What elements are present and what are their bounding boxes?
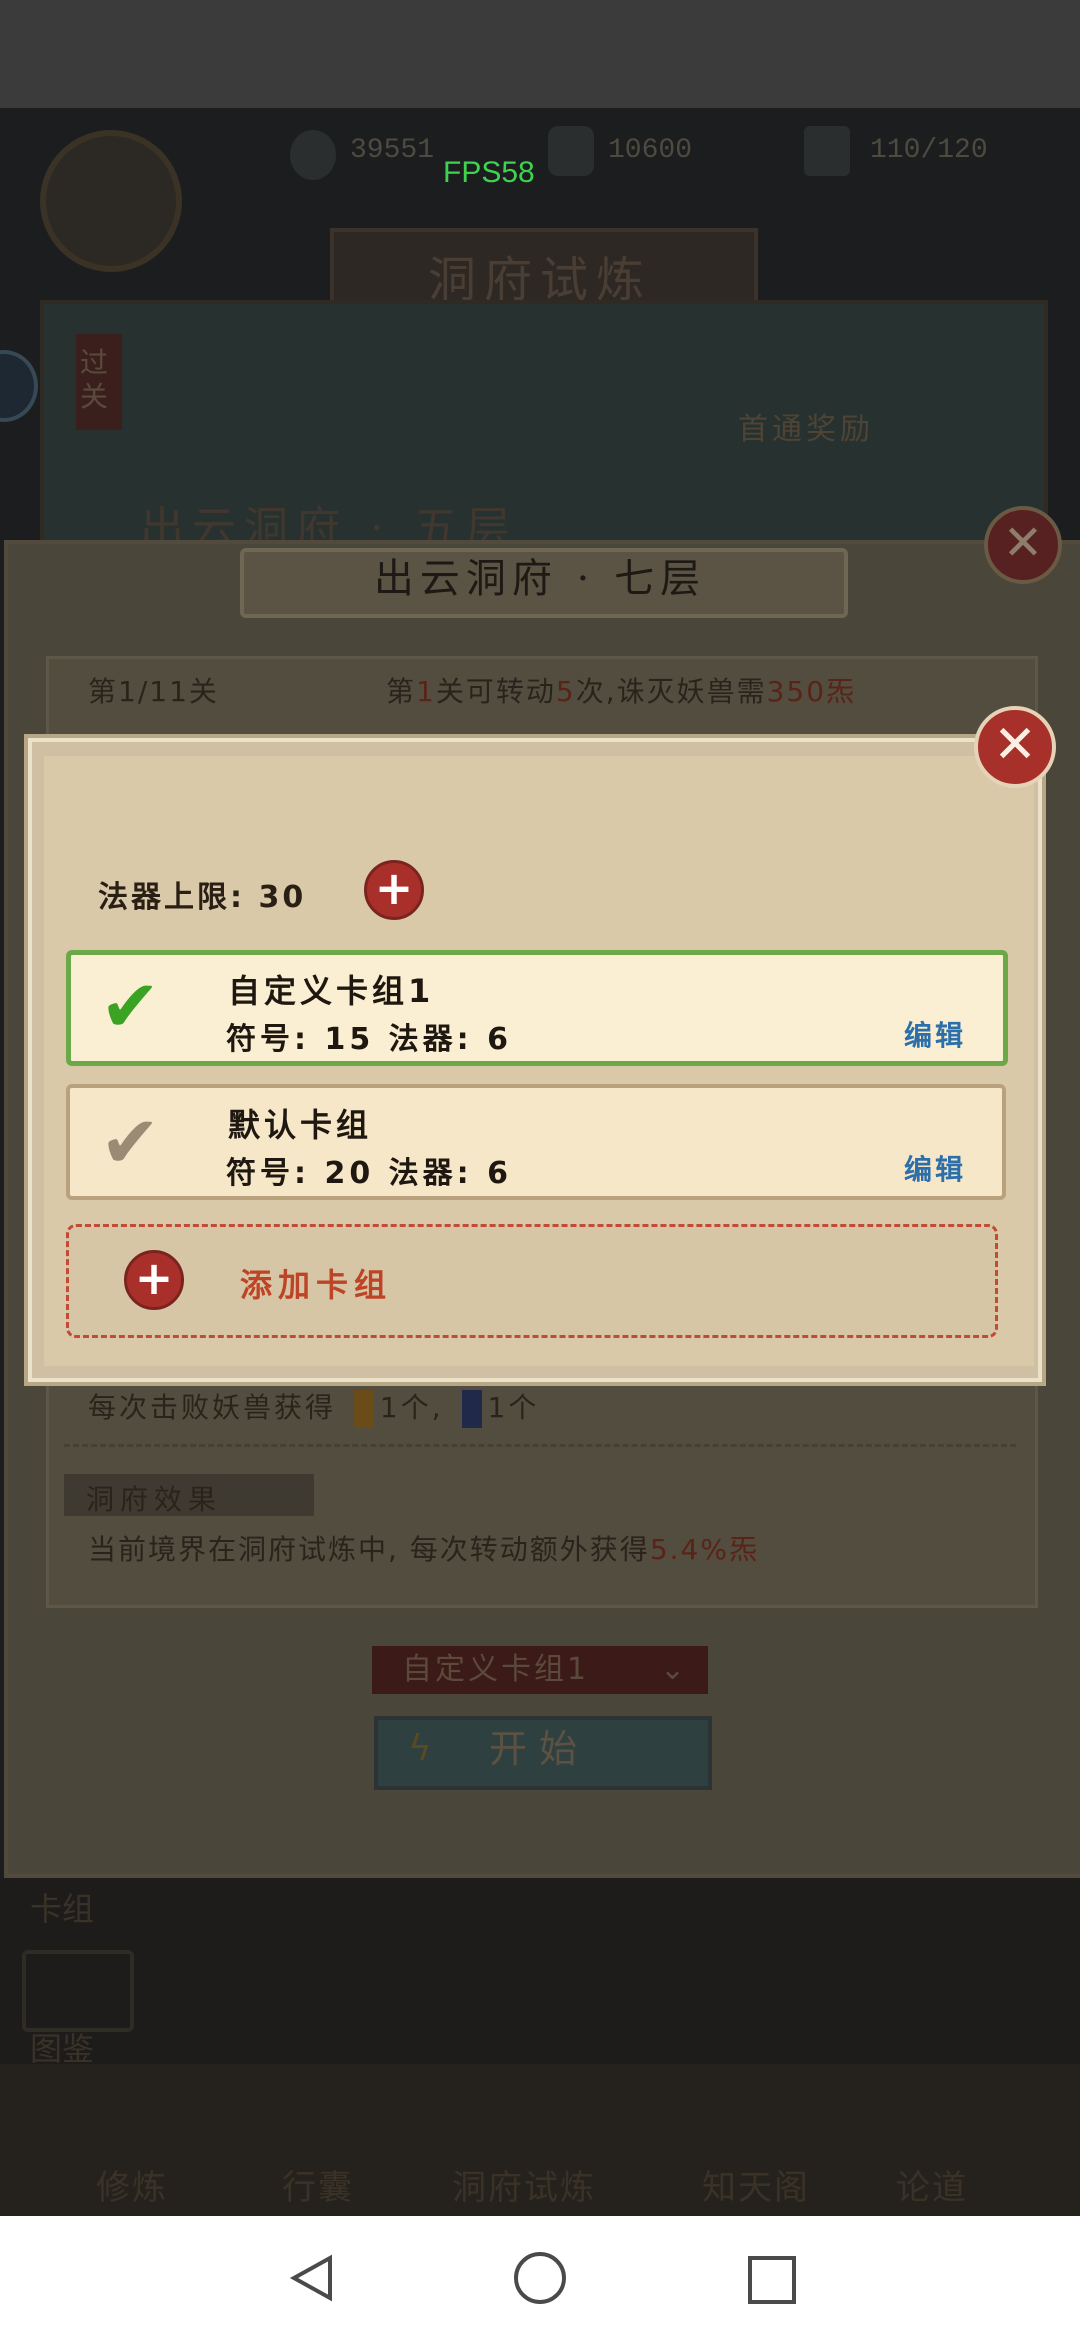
equipment-limit-label: 法器上限: 30 [98,880,307,915]
talisman-orange-icon [353,1390,374,1428]
trial-dialog-title: 出云洞府 · 七层 [373,556,707,602]
effect-label: 洞府效果 [86,1483,223,1516]
lightning-icon [804,126,850,176]
level-counter: 第1/11关 [88,675,219,708]
equipment-limit-value: 30 [258,880,307,915]
spirit-stone-icon [290,130,336,180]
check-icon: ✔ [100,964,161,1048]
screen: { "hud": { "fps": "FPS58", "spirit_stone… [0,0,1080,2340]
selected-deck-name: 自定义卡组1 [402,1652,590,1687]
plus-icon: + [124,1250,184,1310]
tab-heaven-pavilion[interactable]: 知天阁 [702,2160,810,2209]
deck-stats: 符号: 15 法器: 6 [226,1022,512,1057]
spirit-stone-count: 39551 [350,135,435,166]
side-item-deck[interactable]: 卡组 [30,1884,94,1930]
increase-limit-button[interactable]: + [364,860,424,920]
book-icon [22,1950,134,2032]
talisman-blue-icon [461,1390,482,1428]
trial-dialog-close-button[interactable]: ✕ [984,506,1062,584]
divider [64,1444,1016,1447]
deck-item-default[interactable] [66,1084,1006,1200]
jade-icon [548,126,594,176]
rotate-info: 第1关可转动5次,诛灭妖兽需350炁 [386,675,857,708]
deck-dialog-close-button[interactable]: ✕ [974,706,1056,788]
deck-stats: 符号: 20 法器: 6 [226,1156,512,1191]
first-clear-reward-label: 首通奖励 [738,412,874,447]
check-icon: ✔ [100,1100,161,1184]
edit-deck-button[interactable]: 编辑 [904,1148,966,1188]
fps-counter: FPS58 [443,156,535,189]
jade-count: 10600 [608,135,693,166]
close-icon: ✕ [1002,515,1044,571]
tab-cultivate[interactable]: 修炼 [96,2160,168,2209]
recent-square-icon[interactable] [748,2256,796,2304]
stamina-count: 110/120 [870,135,988,166]
clear-tag-text: 过关 [80,346,109,413]
deck-item-custom-1[interactable] [66,950,1008,1066]
plus-icon: + [374,861,414,915]
home-circle-icon[interactable] [514,2252,566,2304]
start-button-label: 开始 [488,1727,589,1771]
add-deck-label: 添加卡组 [240,1266,393,1304]
edit-deck-button[interactable]: 编辑 [904,1014,966,1054]
deck-name: 自定义卡组1 [228,972,435,1010]
tab-bag[interactable]: 行囊 [282,2160,354,2209]
chevron-down-icon: ⌄ [660,1652,686,1687]
tab-cave-trial[interactable]: 洞府试炼 [452,2160,596,2209]
status-bar [0,0,1080,108]
tab-discuss[interactable]: 论道 [896,2160,968,2209]
defeat-reward-line: 每次击败妖兽获得 1个, 1个 [88,1386,539,1428]
add-deck-button[interactable] [66,1224,998,1338]
deck-name: 默认卡组 [228,1106,373,1144]
player-avatar[interactable] [40,130,182,272]
close-icon: ✕ [993,715,1037,775]
effect-description: 当前境界在洞府试炼中, 每次转动额外获得5.4%炁 [88,1533,759,1566]
back-triangle-icon[interactable] [288,2254,336,2306]
